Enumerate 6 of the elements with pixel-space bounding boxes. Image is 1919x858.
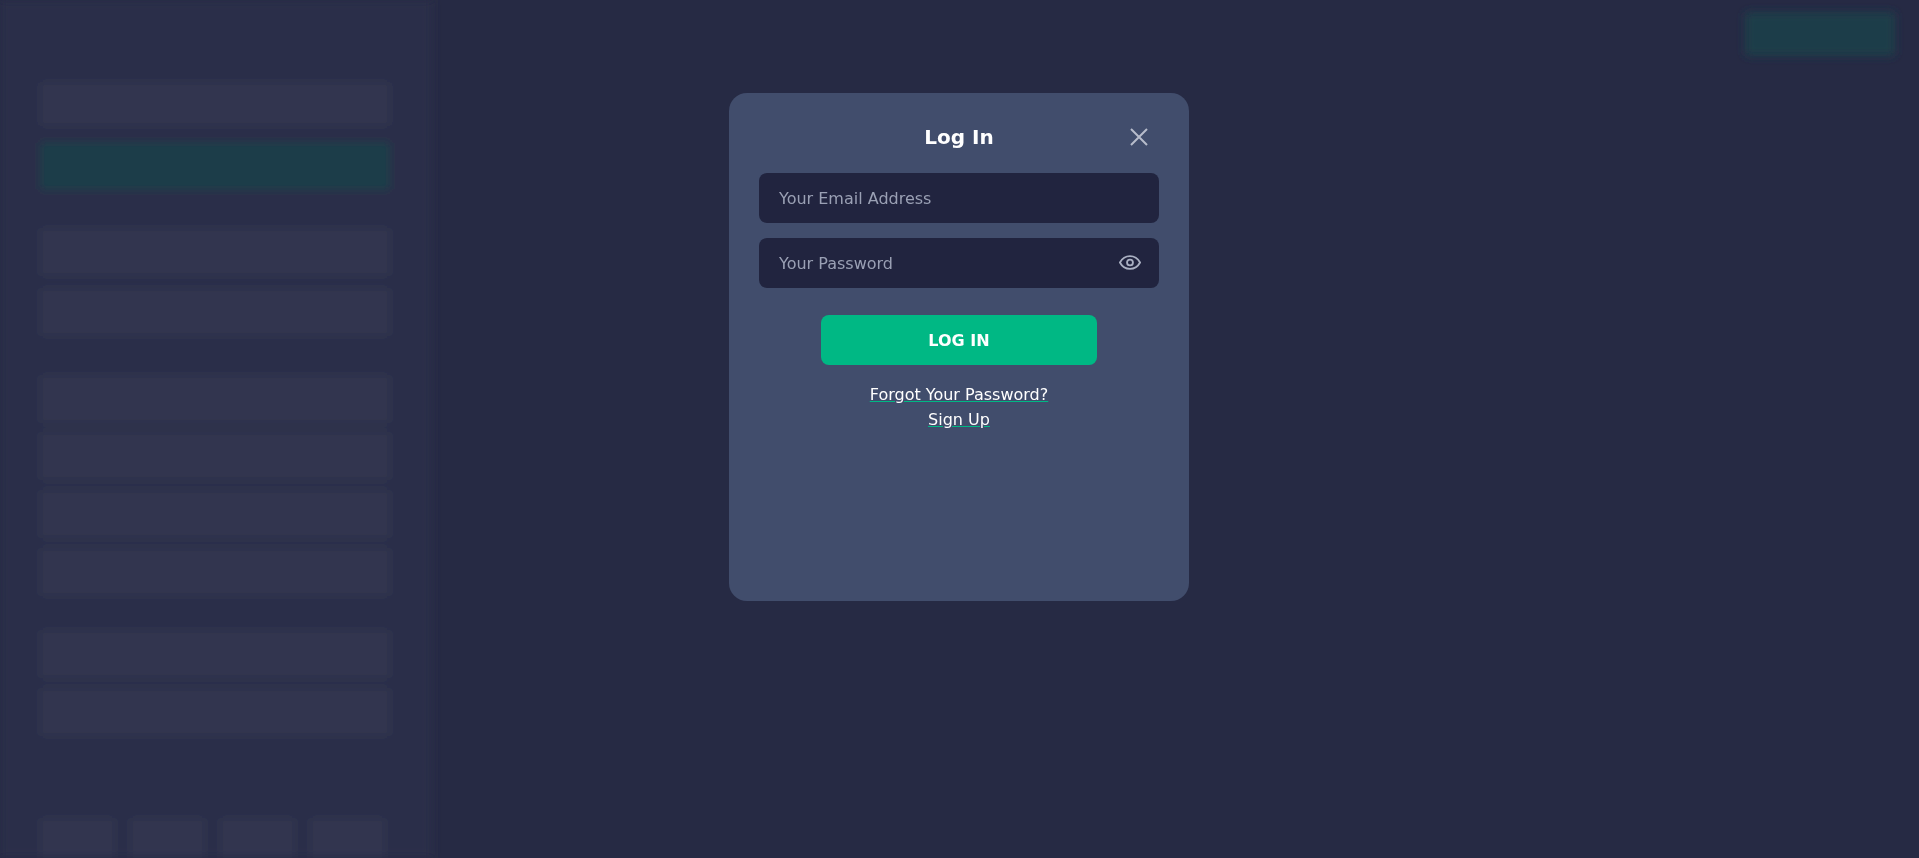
forgot-password-link[interactable]: Forgot Your Password? — [869, 385, 1049, 404]
email-field[interactable]: Your Email Address — [759, 173, 1159, 223]
eye-icon[interactable] — [1119, 255, 1141, 270]
password-field[interactable]: Your Password — [759, 238, 1159, 288]
dialog-title: Log In — [924, 125, 994, 149]
sign-up-link[interactable]: Sign Up — [928, 410, 990, 429]
